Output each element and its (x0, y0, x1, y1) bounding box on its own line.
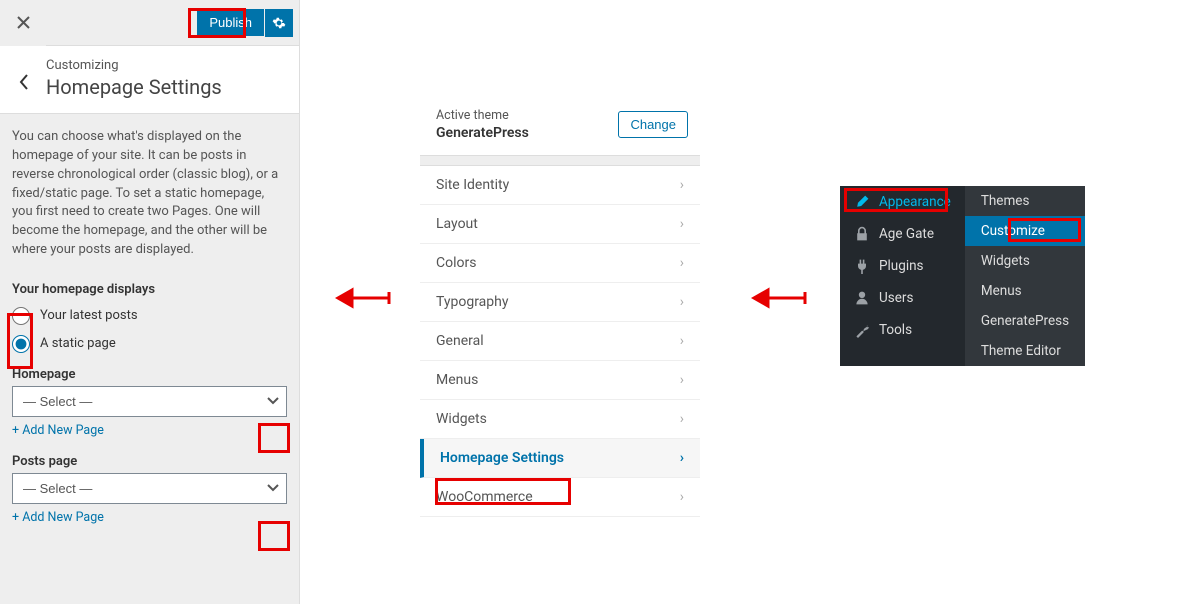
add-page-posts[interactable]: + Add New Page (0, 506, 116, 531)
customizer-top-bar: Publish (0, 0, 299, 46)
radio-static-page-label: A static page (40, 336, 116, 351)
homepage-select[interactable]: — Select — (12, 386, 287, 417)
submenu-label: Customize (981, 223, 1045, 239)
chevron-left-icon (19, 74, 29, 90)
homepage-label: Homepage (12, 367, 287, 382)
admin-submenu-customize[interactable]: Customize (965, 216, 1085, 246)
customizer-section-list: Site Identity›Layout›Colors›Typography›G… (420, 166, 700, 517)
admin-submenu-themes[interactable]: Themes (965, 186, 1085, 216)
publish-group: Publish (197, 9, 299, 37)
customizer-section-general[interactable]: General › (420, 322, 700, 361)
admin-menu-main: Appearance Age Gate Plugins Users Tools (840, 186, 965, 366)
submenu-label: GeneratePress (981, 313, 1069, 329)
admin-submenu-theme-editor[interactable]: Theme Editor (965, 336, 1085, 366)
wp-admin-menu: Appearance Age Gate Plugins Users Tools Them… (840, 186, 1085, 366)
posts-page-select[interactable]: — Select — (12, 473, 287, 504)
customizer-section-menus[interactable]: Menus › (420, 361, 700, 400)
section-label: Widgets (436, 411, 487, 427)
customizer-header-text: Customizing Homepage Settings (36, 58, 222, 99)
back-button[interactable] (12, 58, 36, 99)
arrow-left-1 (334, 278, 394, 318)
chevron-right-icon: › (680, 333, 684, 349)
homepage-select-wrap: — Select — (12, 386, 287, 417)
plug-icon (854, 258, 870, 274)
customizer-section-widgets[interactable]: Widgets › (420, 400, 700, 439)
menu-label: Tools (879, 322, 912, 338)
radio-latest-posts[interactable]: Your latest posts (0, 301, 299, 329)
displays-heading: Your homepage displays (0, 274, 299, 301)
customizer-section-layout[interactable]: Layout › (420, 205, 700, 244)
admin-menu-plugins[interactable]: Plugins (840, 250, 965, 282)
section-label: Menus (436, 372, 478, 388)
customizer-section-typography[interactable]: Typography › (420, 283, 700, 322)
menu-label: Users (879, 290, 913, 306)
admin-submenu-menus[interactable]: Menus (965, 276, 1085, 306)
chevron-right-icon: › (680, 216, 684, 232)
change-theme-button[interactable]: Change (618, 111, 688, 138)
section-label: Typography (436, 294, 508, 310)
homepage-field: Homepage — Select — (0, 357, 299, 419)
submenu-label: Theme Editor (981, 343, 1061, 359)
wrench-icon (854, 322, 870, 338)
posts-page-label: Posts page (12, 454, 287, 469)
chevron-right-icon: › (680, 411, 684, 427)
chevron-right-icon: › (680, 372, 684, 388)
customizer-section-homepage-settings[interactable]: Homepage Settings › (420, 439, 700, 478)
section-label: General (436, 333, 484, 349)
menu-label: Age Gate (879, 226, 934, 242)
close-icon (17, 16, 30, 29)
customizer-panel: Publish Customizing Homepage Settings Yo… (0, 0, 300, 604)
admin-menu-age-gate[interactable]: Age Gate (840, 218, 965, 250)
section-description: You can choose what's displayed on the h… (0, 114, 299, 274)
panel-spacer (420, 156, 700, 166)
users-icon (854, 290, 870, 306)
customizer-section-woocommerce[interactable]: WooCommerce › (420, 478, 700, 517)
brush-icon (854, 194, 870, 210)
admin-menu-users[interactable]: Users (840, 282, 965, 314)
posts-page-select-wrap: — Select — (12, 473, 287, 504)
submenu-label: Menus (981, 283, 1022, 299)
radio-latest-posts-input[interactable] (12, 307, 30, 325)
customizer-section-colors[interactable]: Colors › (420, 244, 700, 283)
chevron-right-icon: › (680, 255, 684, 271)
section-label: Layout (436, 216, 478, 232)
admin-submenu-generatepress[interactable]: GeneratePress (965, 306, 1085, 336)
customizer-root-panel: Active theme GeneratePress Change Site I… (420, 100, 700, 517)
chevron-right-icon: › (680, 489, 684, 505)
admin-menu-appearance[interactable]: Appearance (840, 186, 965, 218)
section-label: Homepage Settings (440, 450, 564, 466)
chevron-right-icon: › (680, 294, 684, 310)
menu-label: Plugins (879, 258, 924, 274)
posts-page-field: Posts page — Select — (0, 444, 299, 506)
submenu-label: Themes (981, 193, 1030, 209)
customizer-header: Customizing Homepage Settings (0, 46, 299, 114)
submenu-label: Widgets (981, 253, 1030, 269)
radio-static-page-input[interactable] (12, 335, 30, 353)
active-theme-row: Active theme GeneratePress Change (420, 100, 700, 156)
active-theme-label: Active theme (436, 108, 529, 123)
section-label: WooCommerce (436, 489, 533, 505)
lock-icon (854, 226, 870, 242)
arrow-left-2 (750, 278, 810, 318)
customizer-section-site-identity[interactable]: Site Identity › (420, 166, 700, 205)
active-theme-name: GeneratePress (436, 125, 529, 141)
admin-submenu-widgets[interactable]: Widgets (965, 246, 1085, 276)
chevron-right-icon: › (680, 450, 684, 466)
close-button[interactable] (0, 0, 46, 46)
publish-options-button[interactable] (265, 9, 293, 37)
section-title: Homepage Settings (46, 75, 222, 99)
add-page-homepage[interactable]: + Add New Page (0, 419, 116, 444)
section-label: Site Identity (436, 177, 509, 193)
customizing-eyebrow: Customizing (46, 58, 222, 73)
radio-latest-posts-label: Your latest posts (40, 308, 138, 323)
radio-static-page[interactable]: A static page (0, 329, 299, 357)
menu-label: Appearance (879, 194, 951, 210)
section-label: Colors (436, 255, 476, 271)
admin-menu-submenu: Themes Customize Widgets Menus GeneratePress… (965, 186, 1085, 366)
gear-icon (272, 16, 286, 30)
admin-menu-tools[interactable]: Tools (840, 314, 965, 346)
publish-button[interactable]: Publish (197, 9, 264, 36)
chevron-right-icon: › (680, 177, 684, 193)
